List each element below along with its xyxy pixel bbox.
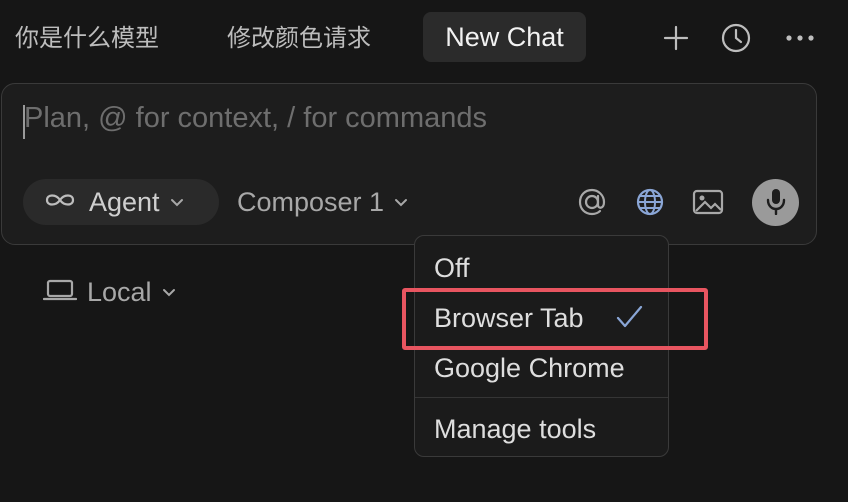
microphone-icon bbox=[765, 187, 787, 219]
laptop-icon bbox=[42, 277, 78, 307]
composer-box[interactable]: Plan, @ for context, / for commands Agen… bbox=[1, 83, 817, 245]
agent-mode-selector[interactable]: Agent bbox=[23, 179, 219, 225]
selection-highlight-box bbox=[402, 288, 708, 350]
model-selector[interactable]: Composer 1 bbox=[237, 179, 408, 225]
chevron-down-icon bbox=[162, 283, 176, 302]
tab-chat-1[interactable]: 你是什么模型 bbox=[15, 12, 159, 64]
agent-mode-label: Agent bbox=[89, 186, 160, 217]
menu-item-off[interactable]: Off bbox=[434, 253, 470, 284]
microphone-button[interactable] bbox=[752, 179, 799, 226]
tab-bar: 你是什么模型 修改颜色请求 New Chat bbox=[0, 0, 848, 76]
image-icon[interactable] bbox=[690, 184, 726, 220]
infinity-icon bbox=[43, 191, 77, 213]
model-label: Composer 1 bbox=[237, 186, 385, 217]
at-sign-icon[interactable] bbox=[574, 184, 610, 220]
environment-selector[interactable]: Local bbox=[42, 272, 176, 312]
menu-item-manage-tools[interactable]: Manage tools bbox=[434, 414, 596, 445]
menu-divider bbox=[415, 397, 668, 398]
menu-item-google-chrome[interactable]: Google Chrome bbox=[434, 353, 625, 384]
chevron-down-icon bbox=[394, 193, 408, 212]
tab-new-chat[interactable]: New Chat bbox=[423, 12, 586, 62]
ellipsis-icon[interactable] bbox=[784, 20, 816, 56]
globe-icon[interactable] bbox=[632, 184, 668, 220]
environment-label: Local bbox=[87, 276, 152, 307]
chevron-down-icon bbox=[170, 193, 184, 212]
tab-chat-2[interactable]: 修改颜色请求 bbox=[227, 12, 371, 64]
plus-icon[interactable] bbox=[660, 20, 692, 56]
composer-placeholder[interactable]: Plan, @ for context, / for commands bbox=[24, 102, 487, 135]
clock-icon[interactable] bbox=[720, 20, 752, 56]
